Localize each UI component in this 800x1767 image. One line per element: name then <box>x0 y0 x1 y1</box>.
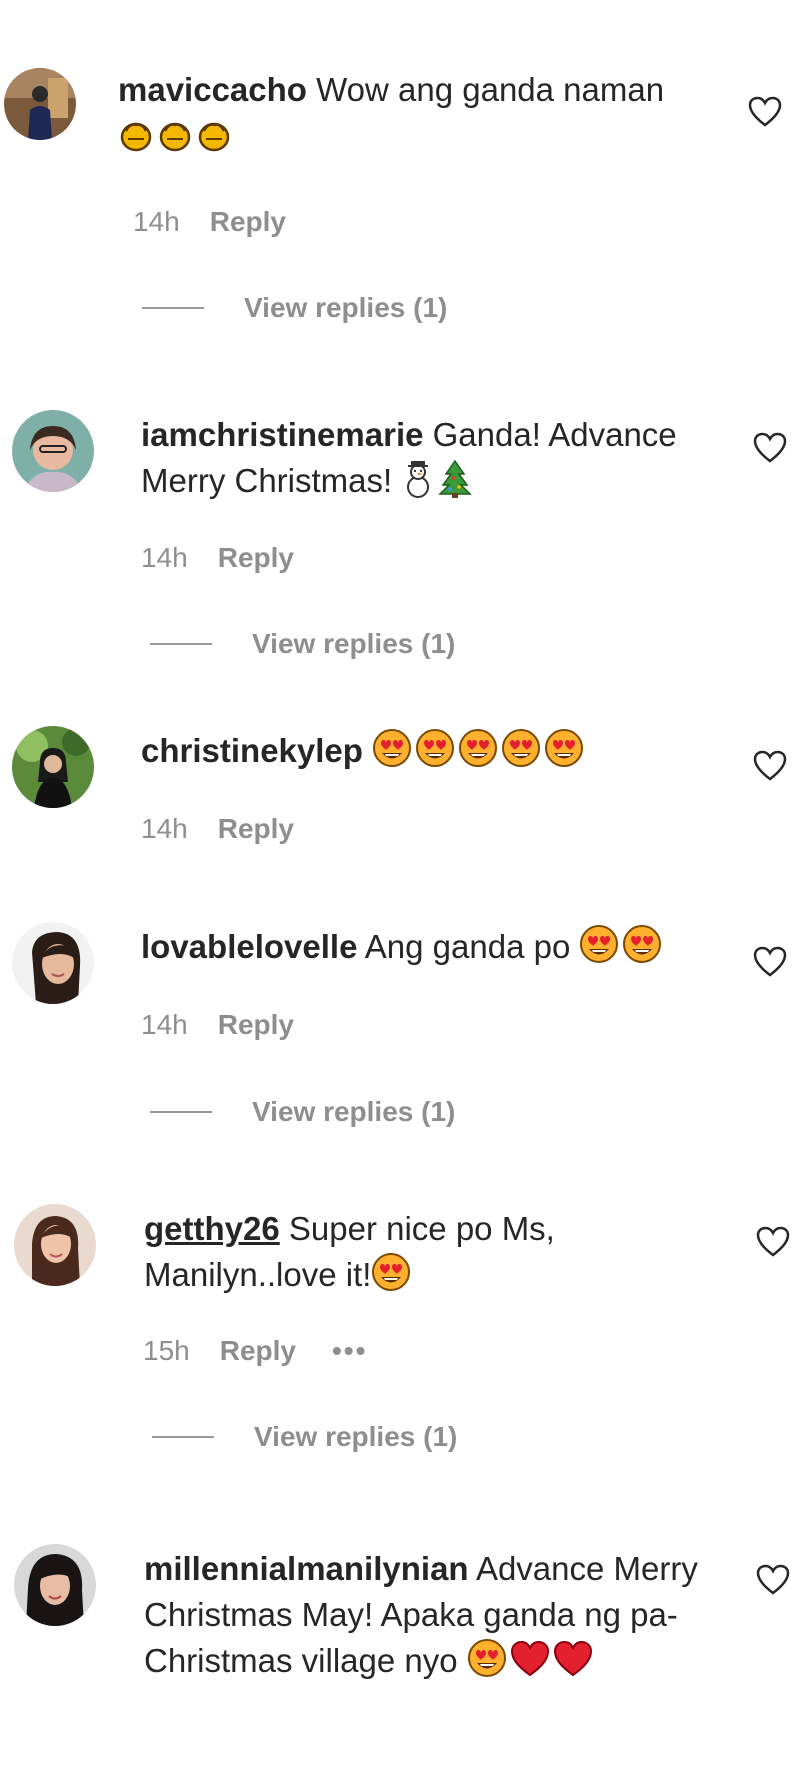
red-heart-icon <box>553 1640 593 1678</box>
avatar[interactable] <box>12 410 94 492</box>
username-link[interactable]: millennialmanilynian <box>144 1550 469 1587</box>
clapping-hands-icon <box>196 117 232 153</box>
view-replies-label[interactable]: View replies (1) <box>254 1421 457 1453</box>
view-replies-button[interactable]: View replies (1) <box>152 1421 457 1453</box>
like-heart-icon[interactable] <box>753 750 787 782</box>
heart-eyes-icon <box>458 728 498 768</box>
avatar[interactable] <box>12 922 94 1004</box>
comment-meta: 14h Reply <box>141 542 294 574</box>
view-replies-line <box>142 307 204 309</box>
christmas-tree-icon <box>438 460 473 498</box>
username-link[interactable]: christinekylep <box>141 732 363 769</box>
comment-body: Wow ang ganda naman <box>306 71 665 108</box>
view-replies-label[interactable]: View replies (1) <box>244 292 447 324</box>
heart-eyes-icon <box>371 1252 411 1292</box>
reply-button[interactable]: Reply <box>218 1009 294 1041</box>
view-replies-line <box>150 643 212 645</box>
red-heart-icon <box>510 1640 550 1678</box>
like-heart-icon[interactable] <box>753 432 787 464</box>
view-replies-line <box>152 1436 214 1438</box>
view-replies-line <box>150 1111 212 1113</box>
view-replies-button[interactable]: View replies (1) <box>150 628 455 660</box>
username-link[interactable]: getthy26 <box>144 1210 280 1247</box>
more-options-icon[interactable]: ••• <box>332 1335 367 1367</box>
view-replies-button[interactable]: View replies (1) <box>150 1096 455 1128</box>
like-heart-icon[interactable] <box>753 946 787 978</box>
comment-meta: 14h Reply <box>141 813 294 845</box>
comment-text: getthy26 Super nice po Ms, Manilyn..love… <box>144 1206 704 1298</box>
heart-eyes-icon <box>415 728 455 768</box>
timestamp: 14h <box>141 542 188 573</box>
heart-eyes-icon <box>544 728 584 768</box>
comment-meta: 15h Reply ••• <box>143 1335 367 1367</box>
avatar[interactable] <box>14 1544 96 1626</box>
timestamp: 14h <box>141 813 188 844</box>
avatar[interactable] <box>12 726 94 808</box>
comment-text: lovablelovelle Ang ganda po <box>141 924 731 970</box>
like-heart-icon[interactable] <box>756 1226 790 1258</box>
comment-meta: 14h Reply <box>133 206 286 238</box>
reply-button[interactable]: Reply <box>218 542 294 574</box>
clapping-hands-icon <box>118 117 154 153</box>
comment-text: christinekylep <box>141 728 731 774</box>
reply-button[interactable]: Reply <box>210 206 286 238</box>
view-replies-label[interactable]: View replies (1) <box>252 628 455 660</box>
comment-body: Ang ganda po <box>357 928 580 965</box>
timestamp: 15h <box>143 1335 190 1366</box>
view-replies-button[interactable]: View replies (1) <box>142 292 447 324</box>
clapping-hands-icon <box>157 117 193 153</box>
comment-text: iamchristinemarie Ganda! Advance Merry C… <box>141 412 711 504</box>
heart-eyes-icon <box>501 728 541 768</box>
snowman-icon <box>401 460 435 498</box>
avatar[interactable] <box>4 68 76 140</box>
like-heart-icon[interactable] <box>748 96 782 128</box>
username-link[interactable]: lovablelovelle <box>141 928 357 965</box>
username-link[interactable]: maviccacho <box>118 71 307 108</box>
comment-meta: 14h Reply <box>141 1009 294 1041</box>
username-link[interactable]: iamchristinemarie <box>141 416 423 453</box>
comment-text: millennialmanilynian Advance Merry Chris… <box>144 1546 714 1684</box>
heart-eyes-icon <box>467 1638 507 1678</box>
like-heart-icon[interactable] <box>756 1564 790 1596</box>
comment-body <box>363 732 372 769</box>
reply-button[interactable]: Reply <box>220 1335 296 1367</box>
reply-button[interactable]: Reply <box>218 813 294 845</box>
heart-eyes-icon <box>579 924 619 964</box>
timestamp: 14h <box>141 1009 188 1040</box>
view-replies-label[interactable]: View replies (1) <box>252 1096 455 1128</box>
heart-eyes-icon <box>372 728 412 768</box>
avatar[interactable] <box>14 1204 96 1286</box>
heart-eyes-icon <box>622 924 662 964</box>
comment-text: maviccacho Wow ang ganda naman <box>118 67 708 159</box>
timestamp: 14h <box>133 206 180 237</box>
